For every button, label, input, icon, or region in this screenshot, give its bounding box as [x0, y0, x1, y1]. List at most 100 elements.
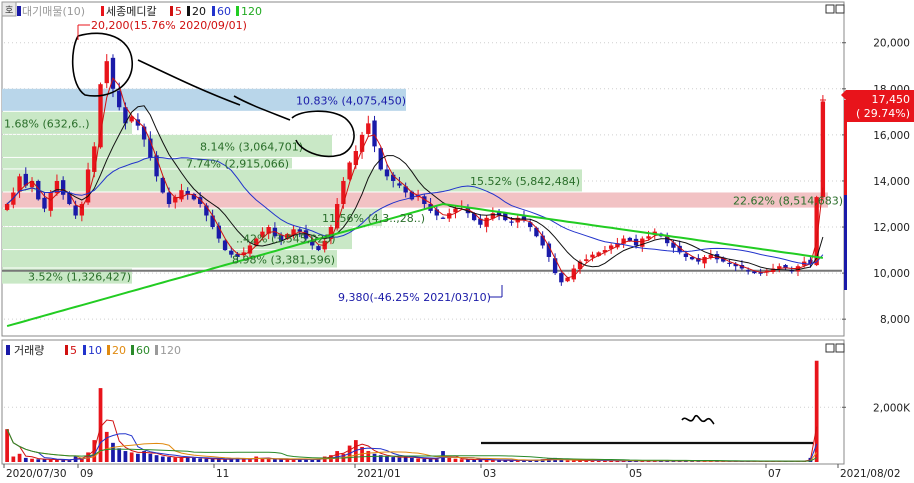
x-tick-label: 2021/01 [357, 468, 401, 480]
candle-body [509, 221, 514, 223]
volume-bar [11, 456, 16, 462]
candle-body [73, 205, 78, 216]
volume-bar [5, 429, 9, 462]
price-zone-label: 15.52% (5,842,484) [470, 175, 580, 188]
candle-body [4, 203, 10, 210]
volume-bar [391, 457, 396, 462]
volume-bar [154, 455, 159, 462]
candle-body [484, 217, 489, 227]
candle-body [727, 262, 732, 264]
price-zone [2, 192, 828, 208]
volume-y-tick-label: 2,000K [873, 402, 911, 414]
legend-ma5: 5 [175, 5, 182, 18]
candle-body [353, 151, 359, 166]
x-tick-label: 2020/07/30 [6, 468, 67, 480]
candle-body [397, 183, 402, 186]
candle-body [210, 215, 215, 228]
candle-body [640, 238, 645, 247]
candle-body [60, 180, 66, 195]
chart-canvas: 10.83% (4,075,450) 1.68% (632,6..) 8.14% (… [0, 0, 914, 483]
price-zone-label: ..42% (3,545,025) [236, 233, 336, 246]
candle-body [42, 197, 47, 209]
volume-maximize-button[interactable] [825, 343, 835, 353]
volume-bar [30, 458, 34, 462]
x-tick-label: 11 [216, 468, 229, 480]
volume-bar [422, 458, 427, 462]
candle-body [48, 192, 53, 211]
volume-bar [198, 458, 203, 462]
legend-vma20: 20 [112, 344, 126, 357]
volume-bar [179, 457, 184, 462]
x-tick-label: 03 [483, 468, 496, 480]
volume-bar [279, 459, 283, 462]
price-zone-label: 3.52% (1,326,427) [28, 271, 131, 284]
current-pct: ( 29.74%) [856, 107, 910, 120]
legend-ma60: 60 [217, 5, 231, 18]
volume-bar [148, 453, 153, 462]
volume-bar [67, 460, 72, 462]
corner-button-label: 호 [5, 5, 13, 16]
price-legend: 대기매물(10) 세종메디칼 5 20 60 120 [17, 5, 262, 18]
maximize-button[interactable] [825, 4, 835, 14]
price-zone-label: 10.83% (4,075,450) [296, 94, 406, 107]
candle-body [633, 238, 639, 246]
volume-bar [160, 456, 165, 462]
volume-bar [459, 459, 464, 462]
legend-vma60: 60 [136, 344, 150, 357]
volume-bar [48, 459, 53, 462]
candle-body [534, 227, 539, 237]
volume-bar [285, 459, 290, 462]
legend-vma120: 120 [160, 344, 181, 357]
candle-body [559, 273, 564, 283]
volume-bar [216, 459, 221, 462]
volume-close-button[interactable] [835, 343, 845, 353]
volume-bar [117, 448, 122, 462]
volume-bar [42, 459, 47, 462]
close-button[interactable] [835, 4, 845, 14]
candle-body [104, 61, 109, 84]
legend-stock-name: 세종메디칼 [106, 5, 157, 18]
price-zone-label: 11.56% (4,3..,28..) [322, 212, 425, 225]
low-label: 9,380(-46.25% 2021/03/10) [338, 291, 491, 304]
volume-bar [472, 459, 477, 462]
candle-body [646, 236, 651, 239]
candle-body [166, 192, 172, 204]
volume-bar [273, 459, 277, 462]
legend-ma120: 120 [241, 5, 262, 18]
volume-bar [136, 453, 140, 462]
legend-vma10: 10 [88, 344, 102, 357]
volume-bar [17, 453, 22, 462]
x-tick-label: 09 [80, 468, 93, 480]
volume-bar [192, 457, 196, 462]
candle-body [141, 126, 147, 140]
volume-bar [571, 460, 576, 462]
candle-body [316, 246, 321, 251]
volume-bar [23, 457, 28, 462]
volume-bar [204, 458, 209, 462]
volume-bar [372, 453, 377, 462]
x-tick-label: 05 [629, 468, 642, 480]
volume-bar [466, 459, 470, 462]
volume-bar [565, 460, 570, 462]
candle-body [584, 259, 589, 261]
candle-body [222, 240, 228, 251]
y-tick-label: 16,000 [873, 130, 910, 142]
volume-bar [410, 457, 414, 462]
volume-bar [248, 459, 252, 462]
volume-bar [129, 452, 134, 462]
legend-volume: 거래량 [14, 344, 44, 357]
price-zone-label: 1.68% (632,6..) [4, 117, 90, 130]
candle-body [117, 90, 122, 108]
high-label: 20,200(15.76% 2020/09/01) [91, 19, 247, 32]
x-tick-label: 07 [768, 468, 781, 480]
volume-bar [266, 458, 271, 462]
volume-bar [385, 456, 389, 462]
volume-bar [210, 458, 215, 462]
candle-body [702, 256, 707, 264]
candle-body [366, 123, 371, 134]
volume-bar [416, 458, 420, 462]
volume-bar [397, 457, 402, 462]
price-zone-label: 22.62% (8,514,683) [733, 195, 843, 208]
candle-body [745, 270, 751, 272]
volume-bar [310, 459, 315, 462]
